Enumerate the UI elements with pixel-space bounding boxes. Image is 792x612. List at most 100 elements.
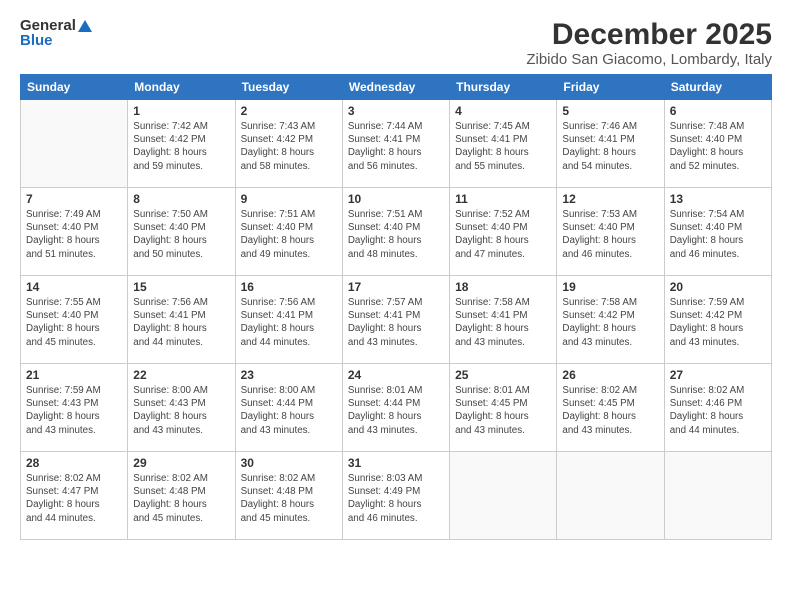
cell-sun-info: Sunrise: 7:51 AMSunset: 4:40 PMDaylight:…: [348, 208, 444, 261]
day-number: 25: [455, 368, 551, 382]
calendar-cell: 30 Sunrise: 8:02 AMSunset: 4:48 PMDayligh…: [235, 452, 342, 540]
calendar-cell: 7 Sunrise: 7:49 AMSunset: 4:40 PMDaylight…: [21, 188, 128, 276]
day-number: 13: [670, 192, 766, 206]
day-number: 2: [241, 104, 337, 118]
calendar-cell: 29 Sunrise: 8:02 AMSunset: 4:48 PMDayligh…: [128, 452, 235, 540]
day-number: 7: [26, 192, 122, 206]
weekday-header: Monday: [128, 75, 235, 100]
day-number: 31: [348, 456, 444, 470]
cell-sun-info: Sunrise: 8:02 AMSunset: 4:48 PMDaylight:…: [133, 472, 229, 525]
calendar-week-row: 28 Sunrise: 8:02 AMSunset: 4:47 PMDayligh…: [21, 452, 772, 540]
cell-sun-info: Sunrise: 8:02 AMSunset: 4:48 PMDaylight:…: [241, 472, 337, 525]
calendar-cell: 26 Sunrise: 8:02 AMSunset: 4:45 PMDayligh…: [557, 364, 664, 452]
day-number: 10: [348, 192, 444, 206]
calendar-cell: 17 Sunrise: 7:57 AMSunset: 4:41 PMDayligh…: [342, 276, 449, 364]
calendar-cell: 9 Sunrise: 7:51 AMSunset: 4:40 PMDaylight…: [235, 188, 342, 276]
logo-triangle-icon: [78, 20, 92, 32]
cell-sun-info: Sunrise: 8:00 AMSunset: 4:43 PMDaylight:…: [133, 384, 229, 437]
day-number: 6: [670, 104, 766, 118]
cell-sun-info: Sunrise: 7:48 AMSunset: 4:40 PMDaylight:…: [670, 120, 766, 173]
cell-sun-info: Sunrise: 7:57 AMSunset: 4:41 PMDaylight:…: [348, 296, 444, 349]
day-number: 4: [455, 104, 551, 118]
title-area: December 2025 Zibido San Giacomo, Lombar…: [526, 18, 772, 68]
day-number: 15: [133, 280, 229, 294]
calendar: SundayMondayTuesdayWednesdayThursdayFrid…: [20, 74, 772, 540]
day-number: 26: [562, 368, 658, 382]
cell-sun-info: Sunrise: 7:51 AMSunset: 4:40 PMDaylight:…: [241, 208, 337, 261]
calendar-cell: 22 Sunrise: 8:00 AMSunset: 4:43 PMDayligh…: [128, 364, 235, 452]
cell-sun-info: Sunrise: 7:49 AMSunset: 4:40 PMDaylight:…: [26, 208, 122, 261]
cell-sun-info: Sunrise: 7:59 AMSunset: 4:42 PMDaylight:…: [670, 296, 766, 349]
logo: General Blue: [20, 18, 92, 48]
calendar-cell: 27Sunrise: 8:02 AMSunset: 4:46 PMDayligh…: [664, 364, 771, 452]
calendar-cell: 13Sunrise: 7:54 AMSunset: 4:40 PMDayligh…: [664, 188, 771, 276]
calendar-cell: 10 Sunrise: 7:51 AMSunset: 4:40 PMDayligh…: [342, 188, 449, 276]
cell-sun-info: Sunrise: 7:55 AMSunset: 4:40 PMDaylight:…: [26, 296, 122, 349]
weekday-header: Wednesday: [342, 75, 449, 100]
cell-sun-info: Sunrise: 7:46 AMSunset: 4:41 PMDaylight:…: [562, 120, 658, 173]
calendar-week-row: 14 Sunrise: 7:55 AMSunset: 4:40 PMDayligh…: [21, 276, 772, 364]
day-number: 22: [133, 368, 229, 382]
cell-sun-info: Sunrise: 8:02 AMSunset: 4:46 PMDaylight:…: [670, 384, 766, 437]
cell-sun-info: Sunrise: 7:53 AMSunset: 4:40 PMDaylight:…: [562, 208, 658, 261]
day-number: 5: [562, 104, 658, 118]
calendar-cell: 8Sunrise: 7:50 AMSunset: 4:40 PMDaylight…: [128, 188, 235, 276]
day-number: 16: [241, 280, 337, 294]
day-number: 23: [241, 368, 337, 382]
day-number: 14: [26, 280, 122, 294]
header: General Blue December 2025 Zibido San Gi…: [20, 18, 772, 68]
calendar-cell: 18Sunrise: 7:58 AMSunset: 4:41 PMDayligh…: [450, 276, 557, 364]
calendar-cell: 24Sunrise: 8:01 AMSunset: 4:44 PMDayligh…: [342, 364, 449, 452]
day-number: 30: [241, 456, 337, 470]
day-number: 29: [133, 456, 229, 470]
calendar-cell: [21, 100, 128, 188]
calendar-cell: 11 Sunrise: 7:52 AMSunset: 4:40 PMDayligh…: [450, 188, 557, 276]
calendar-cell: 23Sunrise: 8:00 AMSunset: 4:44 PMDayligh…: [235, 364, 342, 452]
calendar-cell: 20Sunrise: 7:59 AMSunset: 4:42 PMDayligh…: [664, 276, 771, 364]
page: General Blue December 2025 Zibido San Gi…: [0, 0, 792, 612]
calendar-cell: [450, 452, 557, 540]
weekday-header: Saturday: [664, 75, 771, 100]
calendar-week-row: 21 Sunrise: 7:59 AMSunset: 4:43 PMDayligh…: [21, 364, 772, 452]
weekday-header: Tuesday: [235, 75, 342, 100]
calendar-cell: 28 Sunrise: 8:02 AMSunset: 4:47 PMDayligh…: [21, 452, 128, 540]
day-number: 19: [562, 280, 658, 294]
day-number: 21: [26, 368, 122, 382]
calendar-cell: [557, 452, 664, 540]
cell-sun-info: Sunrise: 7:59 AMSunset: 4:43 PMDaylight:…: [26, 384, 122, 437]
calendar-cell: 21 Sunrise: 7:59 AMSunset: 4:43 PMDayligh…: [21, 364, 128, 452]
calendar-cell: 19Sunrise: 7:58 AMSunset: 4:42 PMDayligh…: [557, 276, 664, 364]
cell-sun-info: Sunrise: 8:02 AMSunset: 4:45 PMDaylight:…: [562, 384, 658, 437]
cell-sun-info: Sunrise: 7:42 AMSunset: 4:42 PMDaylight:…: [133, 120, 229, 173]
calendar-cell: 25Sunrise: 8:01 AMSunset: 4:45 PMDayligh…: [450, 364, 557, 452]
day-number: 28: [26, 456, 122, 470]
calendar-cell: 5 Sunrise: 7:46 AMSunset: 4:41 PMDaylight…: [557, 100, 664, 188]
day-number: 17: [348, 280, 444, 294]
cell-sun-info: Sunrise: 7:43 AMSunset: 4:42 PMDaylight:…: [241, 120, 337, 173]
day-number: 1: [133, 104, 229, 118]
calendar-cell: 16 Sunrise: 7:56 AMSunset: 4:41 PMDayligh…: [235, 276, 342, 364]
weekday-header: Thursday: [450, 75, 557, 100]
calendar-cell: 6 Sunrise: 7:48 AMSunset: 4:40 PMDaylight…: [664, 100, 771, 188]
calendar-cell: 1 Sunrise: 7:42 AMSunset: 4:42 PMDaylight…: [128, 100, 235, 188]
cell-sun-info: Sunrise: 8:02 AMSunset: 4:47 PMDaylight:…: [26, 472, 122, 525]
calendar-cell: 15Sunrise: 7:56 AMSunset: 4:41 PMDayligh…: [128, 276, 235, 364]
day-number: 9: [241, 192, 337, 206]
cell-sun-info: Sunrise: 8:01 AMSunset: 4:44 PMDaylight:…: [348, 384, 444, 437]
cell-sun-info: Sunrise: 7:44 AMSunset: 4:41 PMDaylight:…: [348, 120, 444, 173]
cell-sun-info: Sunrise: 7:56 AMSunset: 4:41 PMDaylight:…: [241, 296, 337, 349]
weekday-header: Sunday: [21, 75, 128, 100]
location-title: Zibido San Giacomo, Lombardy, Italy: [526, 51, 772, 68]
cell-sun-info: Sunrise: 7:52 AMSunset: 4:40 PMDaylight:…: [455, 208, 551, 261]
day-number: 18: [455, 280, 551, 294]
calendar-cell: 4 Sunrise: 7:45 AMSunset: 4:41 PMDaylight…: [450, 100, 557, 188]
day-number: 3: [348, 104, 444, 118]
cell-sun-info: Sunrise: 7:45 AMSunset: 4:41 PMDaylight:…: [455, 120, 551, 173]
calendar-cell: 12 Sunrise: 7:53 AMSunset: 4:40 PMDayligh…: [557, 188, 664, 276]
calendar-week-row: 7 Sunrise: 7:49 AMSunset: 4:40 PMDaylight…: [21, 188, 772, 276]
calendar-cell: 3 Sunrise: 7:44 AMSunset: 4:41 PMDaylight…: [342, 100, 449, 188]
month-title: December 2025: [526, 18, 772, 51]
day-number: 12: [562, 192, 658, 206]
cell-sun-info: Sunrise: 7:50 AMSunset: 4:40 PMDaylight:…: [133, 208, 229, 261]
day-number: 11: [455, 192, 551, 206]
